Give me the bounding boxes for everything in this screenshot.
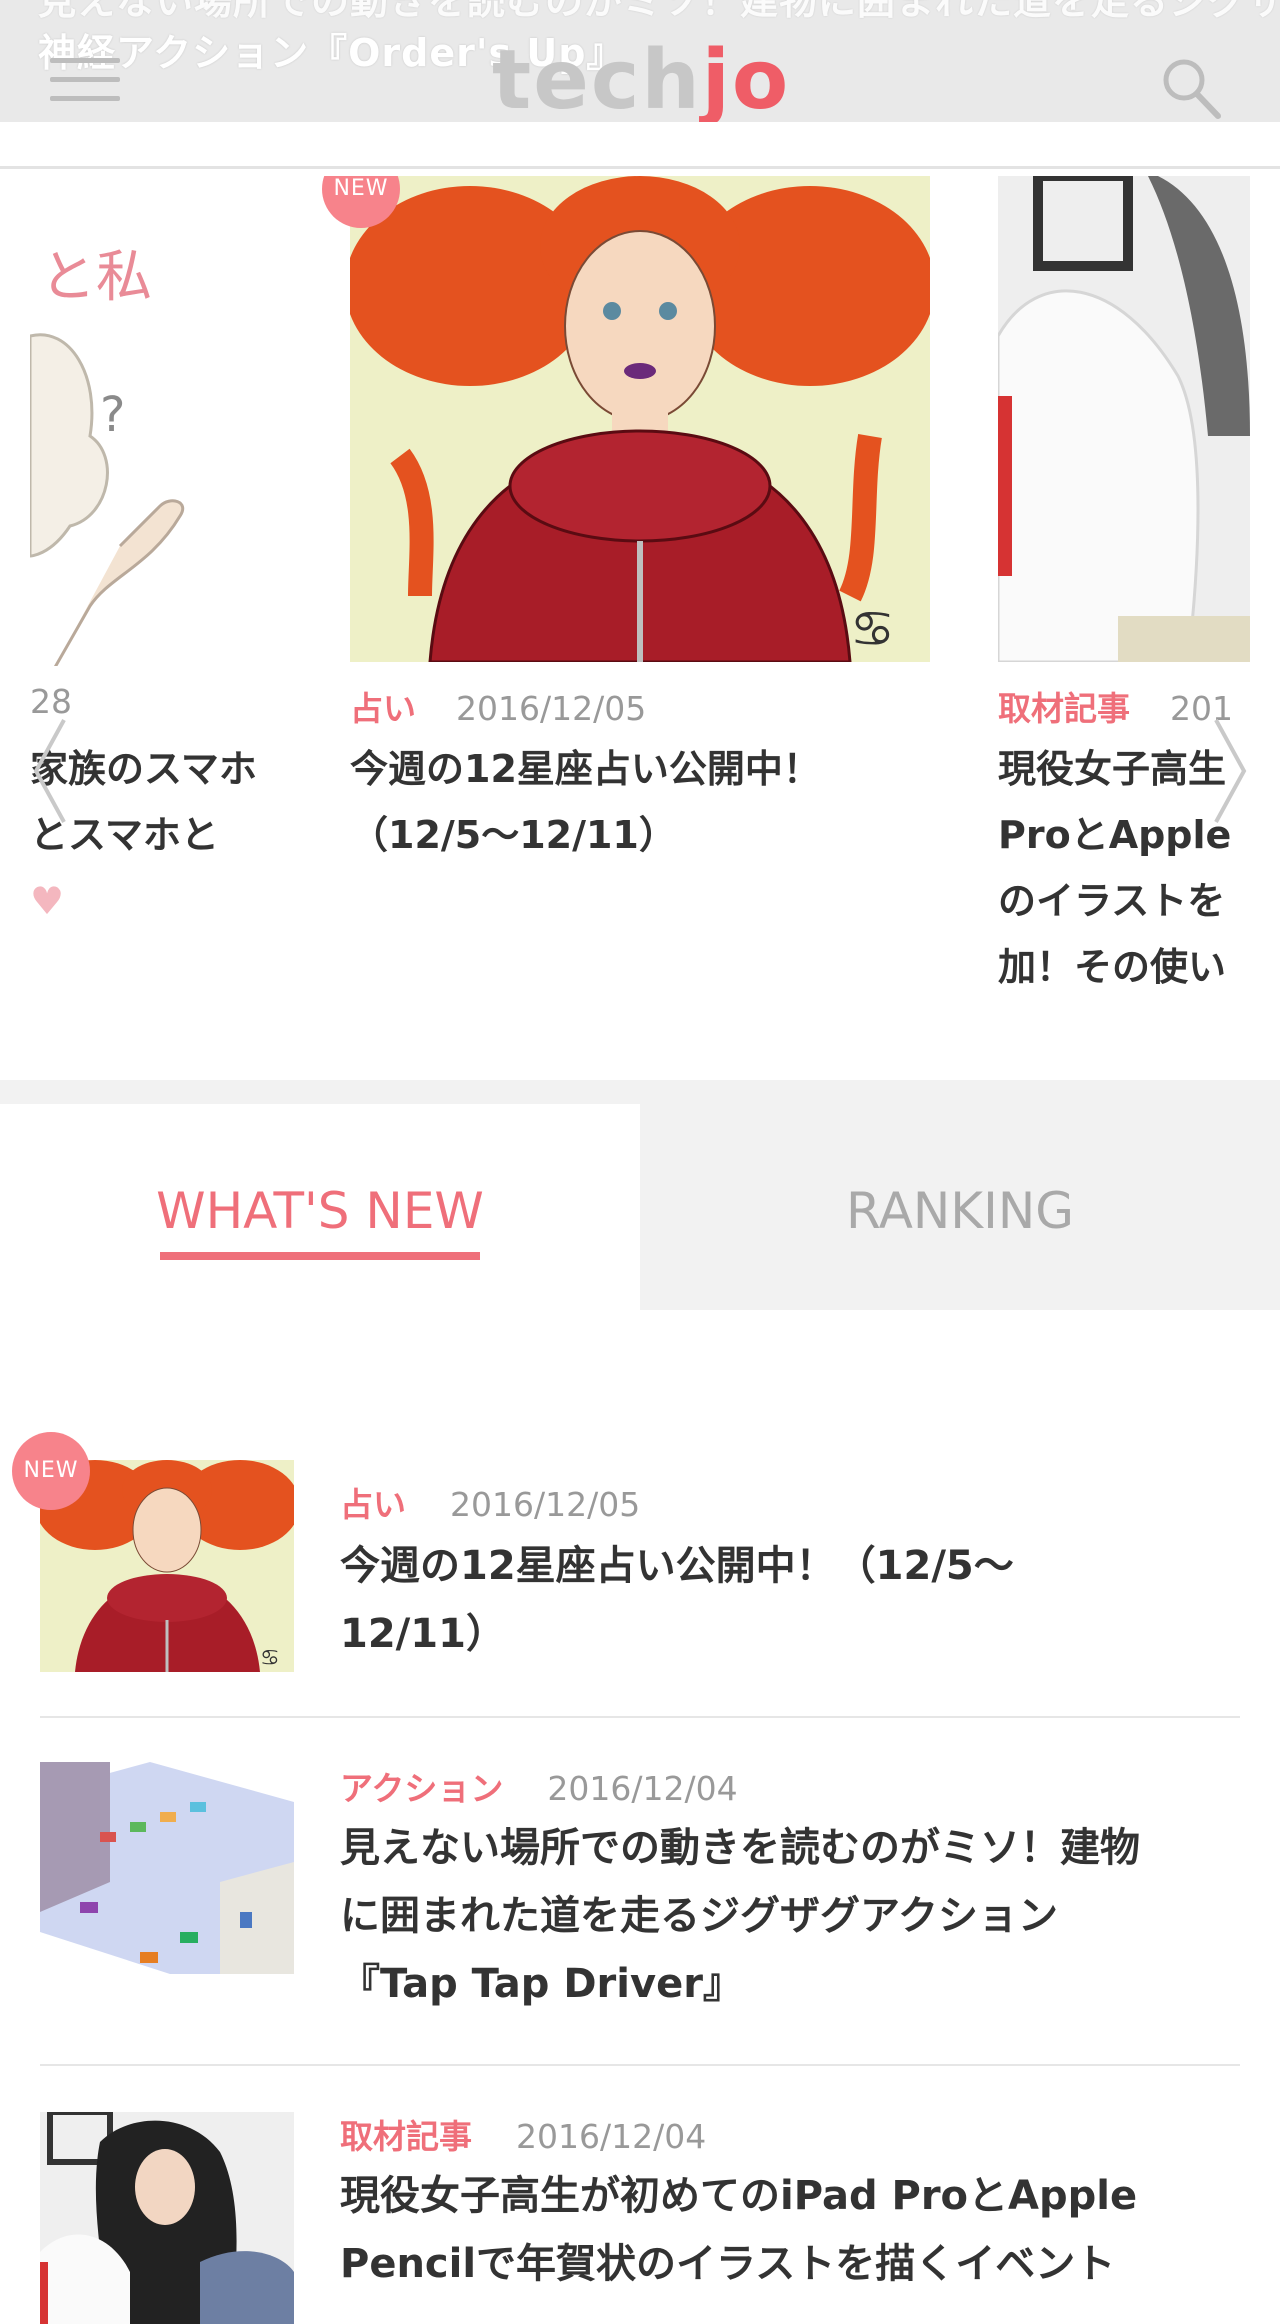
svg-text:♋: ♋ bbox=[850, 600, 895, 658]
item-meta: 占い 2016/12/05 bbox=[340, 1478, 640, 1526]
slide-image: ♋ bbox=[350, 176, 930, 662]
tab-whats-new-label: WHAT'S NEW bbox=[156, 1182, 484, 1240]
list-divider bbox=[40, 1716, 1240, 1718]
svg-text:と私: と私 bbox=[40, 245, 152, 310]
item-meta: アクション 2016/12/04 bbox=[340, 1762, 738, 1810]
item-title-line: 現役女子高生が初めてのiPad ProとApple bbox=[340, 2173, 1138, 2219]
item-date: 2016/12/04 bbox=[516, 2117, 707, 2156]
slide-meta: 取材記事 201 bbox=[998, 682, 1233, 730]
item-title-line: 『Tap Tap Driver』 bbox=[340, 1961, 743, 2007]
item-date: 2016/12/05 bbox=[450, 1485, 641, 1524]
item-title-line: 見えない場所での動きを読むのがミソ！建物 bbox=[340, 1825, 1140, 1871]
item-title-line: 12/11） bbox=[340, 1611, 506, 1657]
header-divider bbox=[0, 166, 1280, 169]
site-header: 見えない場所での動きを読むのがミソ！建物に囲まれた道を走るジグザグ 神経アクショ… bbox=[0, 0, 1280, 122]
item-thumbnail[interactable] bbox=[40, 1762, 294, 1974]
item-category[interactable]: 取材記事 bbox=[340, 2117, 472, 2156]
tab-whats-new[interactable]: WHAT'S NEW bbox=[0, 1104, 640, 1310]
search-icon[interactable] bbox=[1156, 54, 1226, 122]
svg-text:?: ? bbox=[100, 387, 125, 443]
slide-category[interactable]: 取材記事 bbox=[998, 689, 1130, 728]
list-item[interactable]: ♋ 占い 2016/12/05 今週の12星座占い公開中！（12/5〜 12/11… bbox=[0, 1460, 1280, 1720]
site-logo[interactable]: techjo bbox=[492, 33, 791, 123]
slide-title-line: （12/5〜12/11） bbox=[350, 813, 677, 857]
item-category[interactable]: 占い bbox=[340, 1485, 406, 1524]
item-title[interactable]: 見えない場所での動きを読むのがミソ！建物 に囲まれた道を走るジグザグアクション … bbox=[340, 1814, 1240, 2018]
slide-meta: 占い 2016/12/05 bbox=[350, 682, 646, 730]
hamburger-icon[interactable] bbox=[50, 58, 120, 114]
svg-text:♋: ♋ bbox=[260, 1646, 280, 1671]
featured-carousel[interactable]: と私 ? 28 家族のスマホ とスマホと ♥ ♋ 占い 2016/12/05 今… bbox=[0, 176, 1280, 1026]
list-divider bbox=[40, 2064, 1240, 2066]
tab-ranking-label: RANKING bbox=[845, 1182, 1074, 1240]
tab-ranking[interactable]: RANKING bbox=[640, 1080, 1280, 1310]
slide-title-line: 加！その使い bbox=[998, 945, 1227, 989]
list-item[interactable]: アクション 2016/12/04 見えない場所での動きを読むのがミソ！建物 に囲ま… bbox=[0, 1762, 1280, 2062]
item-title[interactable]: 今週の12星座占い公開中！（12/5〜 12/11） bbox=[340, 1532, 1240, 1668]
item-title-line: Pencilで年賀状のイラストを描くイベント bbox=[340, 2241, 1116, 2287]
slide-image bbox=[998, 176, 1250, 662]
slide-title[interactable]: 今週の12星座占い公開中！ （12/5〜12/11） bbox=[350, 736, 930, 868]
item-category[interactable]: アクション bbox=[340, 1769, 503, 1808]
item-thumbnail[interactable] bbox=[40, 2112, 294, 2324]
logo-tech: tech bbox=[492, 33, 702, 123]
carousel-prev-arrow[interactable] bbox=[30, 716, 70, 826]
tab-active-underline bbox=[160, 1252, 480, 1260]
slide-date: 2016/12/05 bbox=[456, 689, 647, 728]
slide-title-line: のイラストを bbox=[998, 879, 1226, 923]
new-badge: NEW bbox=[12, 1432, 90, 1510]
carousel-next-arrow[interactable] bbox=[1210, 716, 1250, 826]
slide-title-line: 今週の12星座占い公開中！ bbox=[350, 747, 821, 791]
list-item[interactable]: 取材記事 2016/12/04 現役女子高生が初めてのiPad ProとApple… bbox=[0, 2110, 1280, 2324]
item-title-line: 今週の12星座占い公開中！（12/5〜 bbox=[340, 1543, 1014, 1589]
logo-jo: jo bbox=[701, 33, 791, 123]
slide-image: と私 ? bbox=[30, 176, 290, 666]
item-meta: 取材記事 2016/12/04 bbox=[340, 2110, 706, 2158]
heart-icon: ♥ bbox=[30, 879, 65, 923]
slide-category[interactable]: 占い bbox=[350, 689, 416, 728]
ticker-line-1: 見えない場所での動きを読むのがミソ！建物に囲まれた道を走るジグザグ bbox=[38, 0, 1280, 23]
item-date: 2016/12/04 bbox=[547, 1769, 738, 1808]
item-title-line: に囲まれた道を走るジグザグアクション bbox=[340, 1893, 1058, 1939]
